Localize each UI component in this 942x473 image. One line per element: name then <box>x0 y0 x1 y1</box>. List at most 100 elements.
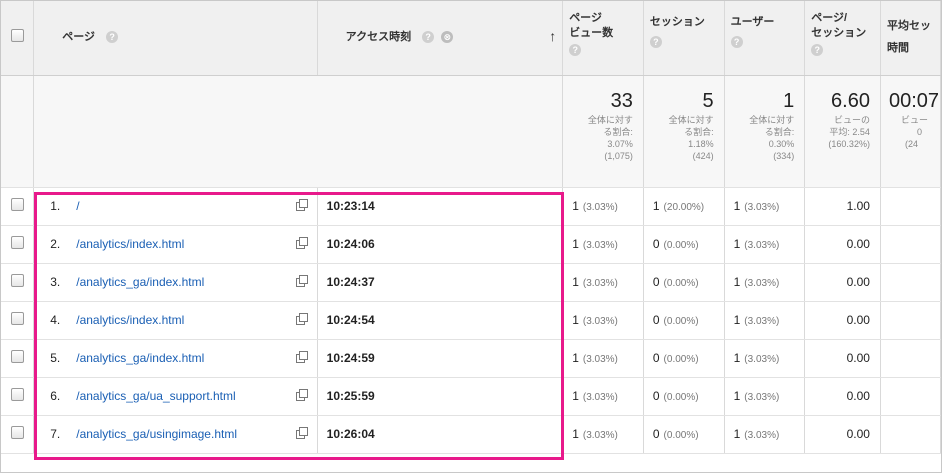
column-header-pages-per-session[interactable]: ページ/ セッション ? <box>804 1 881 76</box>
sessions-cell: 0 (0.00%) <box>643 339 725 378</box>
page-cell: 2. /analytics/index.html <box>33 225 318 264</box>
summary-pages-per-session: 6.60 ビューの 平均: 2.54 (160.32%) <box>804 75 881 188</box>
row-number: 6. <box>50 389 61 403</box>
table-row[interactable]: 7. /analytics_ga/usingimage.html 10:26:04… <box>1 415 941 454</box>
summary-sub-line: 0.30% <box>768 138 795 149</box>
table-row[interactable]: 4./analytics/index.html 10:24:54 1 (3.03%… <box>1 301 941 340</box>
sessions-percent: (0.00%) <box>663 354 699 365</box>
pageviews-cell: 1 (3.03%) <box>562 263 644 302</box>
sessions-cell: 0 (0.00%) <box>643 301 725 340</box>
pages-per-session-cell: 0.00 <box>804 339 881 378</box>
open-in-new-window-icon[interactable] <box>295 351 308 363</box>
open-in-new-window-icon[interactable] <box>295 313 308 325</box>
summary-sub-line: る割合: <box>764 126 795 137</box>
report-table: ページ ? ↑ アクセス時刻 ? ⊗ ページ ビュー数 ? セッション ? ユー… <box>1 1 941 454</box>
page-cell: 3. /analytics_ga/index.html <box>33 263 318 302</box>
row-checkbox[interactable] <box>10 198 24 211</box>
help-icon[interactable]: ? <box>730 36 743 48</box>
table-row[interactable]: 1./ 10:23:14 1 (3.03%) 1 (20.00%) 1 (3.03%)… <box>1 187 941 226</box>
page-cell: 6. /analytics_ga/ua_support.html <box>33 377 318 416</box>
select-all-checkbox[interactable] <box>10 29 24 42</box>
page-link[interactable]: /analytics_ga/usingimage.html <box>76 427 237 441</box>
users-percent: (3.03%) <box>744 278 780 289</box>
avg-session-cell <box>880 301 941 340</box>
help-icon[interactable]: ? <box>422 31 435 44</box>
summary-sub-line: る割合: <box>684 126 714 137</box>
column-header-avg-line1: 平均セッ <box>886 20 931 32</box>
row-checkbox[interactable] <box>10 312 24 325</box>
table-row[interactable]: 3./analytics_ga/index.html 10:24:37 1 (3.… <box>1 263 941 302</box>
help-icon[interactable]: ? <box>106 31 119 44</box>
column-header-users[interactable]: ユーザー ? <box>724 1 806 76</box>
sessions-value: 0 <box>652 351 660 365</box>
column-header-pps-line1: ページ/ <box>811 12 848 24</box>
help-icon[interactable]: ? <box>569 44 582 56</box>
users-percent: (3.03%) <box>744 392 780 403</box>
row-checkbox[interactable] <box>10 426 24 439</box>
page-link[interactable]: /analytics/index.html <box>76 237 184 251</box>
summary-sub: ビューの 平均: 2.54 (160.32%) <box>805 114 870 150</box>
avg-session-cell <box>880 339 941 378</box>
row-checkbox[interactable] <box>10 236 24 249</box>
row-checkbox[interactable] <box>10 350 24 363</box>
summary-sub-line: 全体に対す <box>587 114 633 125</box>
summary-sub-line: ビューの <box>833 114 870 125</box>
row-checkbox-cell <box>1 225 35 264</box>
column-header-access-time-label: アクセス時刻 <box>345 31 412 43</box>
column-header-sessions[interactable]: セッション ? <box>643 1 725 76</box>
table-row[interactable]: 5./analytics_ga/index.html 10:24:59 1 (3.… <box>1 339 941 378</box>
pageviews-percent: (3.03%) <box>582 202 618 213</box>
summary-sub-line: (1,075) <box>604 150 633 161</box>
table-row[interactable]: 2./analytics/index.html 10:24:06 1 (3.03%… <box>1 225 941 264</box>
page-link[interactable]: /analytics_ga/index.html <box>76 351 204 365</box>
sort-ascending-icon[interactable]: ↑ <box>549 28 556 44</box>
column-header-avg-line2: 時間 <box>886 42 909 54</box>
pageviews-cell: 1 (3.03%) <box>562 225 644 264</box>
summary-pageviews: 33 全体に対す る割合: 3.07% (1,075) <box>562 75 644 188</box>
column-header-page-label: ページ <box>62 31 96 43</box>
users-value: 1 <box>733 275 741 289</box>
page-cell: 7. /analytics_ga/usingimage.html <box>33 415 318 454</box>
users-percent: (3.03%) <box>744 240 780 251</box>
pageviews-cell: 1 (3.03%) <box>562 377 644 416</box>
pageviews-cell: 1 (3.03%) <box>562 187 644 226</box>
users-cell: 1 (3.03%) <box>724 225 806 264</box>
users-value: 1 <box>733 351 741 365</box>
page-link[interactable]: /analytics/index.html <box>76 313 184 327</box>
pageviews-value: 1 <box>572 199 579 213</box>
page-cell: 4. /analytics/index.html <box>33 301 318 340</box>
column-header-access-time[interactable]: ↑ アクセス時刻 ? ⊗ <box>317 1 564 76</box>
pageviews-cell: 1 (3.03%) <box>562 415 644 454</box>
users-percent: (3.03%) <box>744 430 780 441</box>
sessions-value: 0 <box>652 275 660 289</box>
remove-dimension-icon[interactable]: ⊗ <box>441 31 454 44</box>
users-percent: (3.03%) <box>744 354 780 365</box>
row-number: 2. <box>50 237 61 251</box>
avg-session-cell <box>880 225 941 264</box>
help-icon[interactable]: ? <box>649 36 662 48</box>
summary-avg-session: 00:07 ビュー 0 (24 <box>880 75 941 188</box>
row-checkbox[interactable] <box>10 388 24 401</box>
sessions-value: 0 <box>652 389 660 403</box>
open-in-new-window-icon[interactable] <box>295 199 308 211</box>
sessions-percent: (20.00%) <box>663 202 705 213</box>
column-header-avg-session[interactable]: 平均セッ 時間 <box>880 1 941 76</box>
page-link[interactable]: /analytics_ga/index.html <box>76 275 204 289</box>
help-icon[interactable]: ? <box>811 44 824 56</box>
row-checkbox[interactable] <box>10 274 24 287</box>
sessions-cell: 1 (20.00%) <box>643 187 725 226</box>
row-checkbox-cell <box>1 339 35 378</box>
open-in-new-window-icon[interactable] <box>295 275 308 287</box>
open-in-new-window-icon[interactable] <box>295 427 308 439</box>
page-link[interactable]: / <box>76 199 79 213</box>
users-cell: 1 (3.03%) <box>724 301 806 340</box>
column-header-page[interactable]: ページ ? <box>33 1 318 76</box>
users-percent: (3.03%) <box>744 316 780 327</box>
page-link[interactable]: /analytics_ga/ua_support.html <box>76 389 235 403</box>
column-header-pageviews[interactable]: ページ ビュー数 ? <box>562 1 644 76</box>
table-row[interactable]: 6. /analytics_ga/ua_support.html 10:25:59… <box>1 377 941 416</box>
summary-sessions: 5 全体に対す る割合: 1.18% (424) <box>643 75 725 188</box>
open-in-new-window-icon[interactable] <box>295 237 308 249</box>
pages-per-session-cell: 0.00 <box>804 263 881 302</box>
open-in-new-window-icon[interactable] <box>295 389 308 401</box>
